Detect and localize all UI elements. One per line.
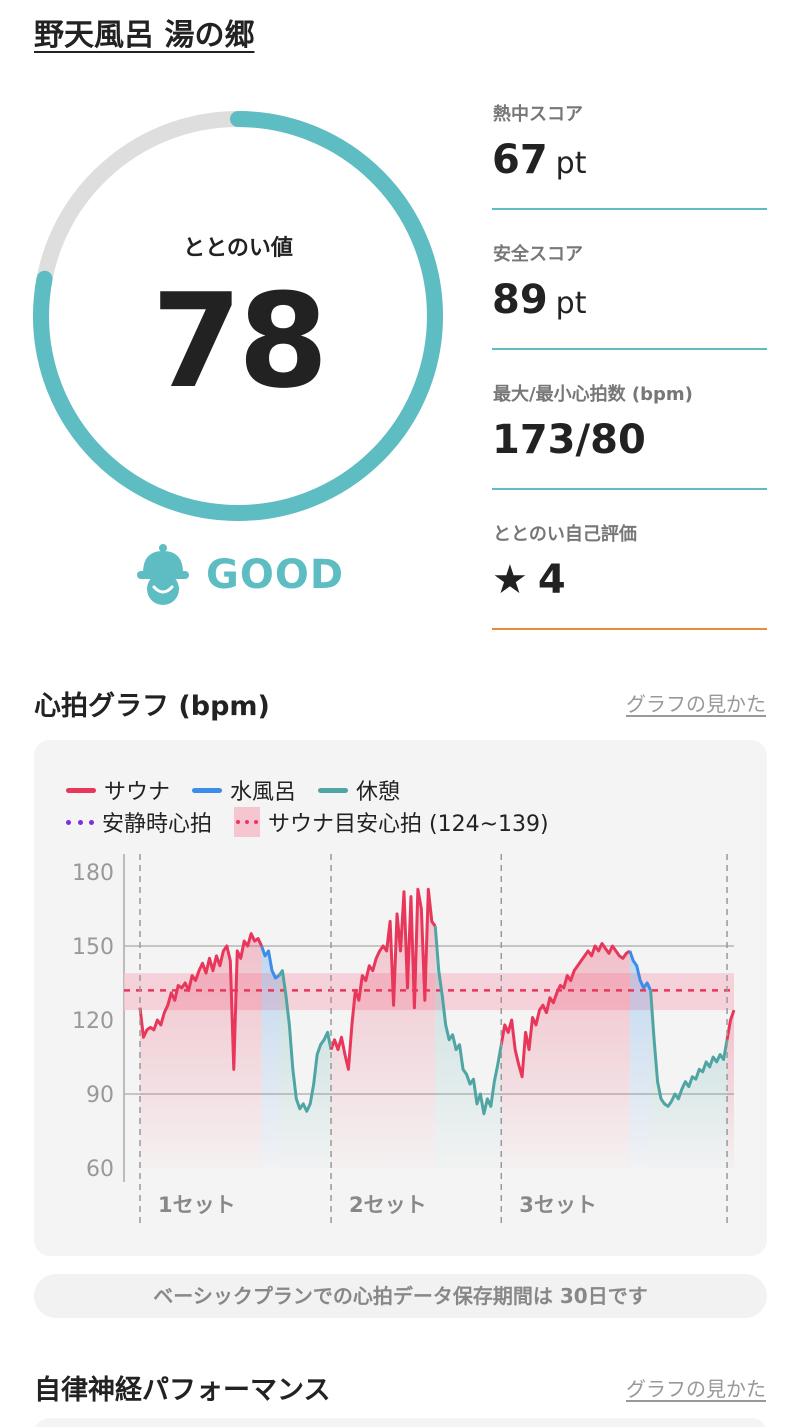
heart-rate-range: 最大/最小心拍数 (bpm) 173/80 bbox=[492, 380, 767, 490]
legend-resting-hr: 安静時心拍 bbox=[66, 806, 212, 838]
self-rating: ととのい自己評価 ★ 4 bbox=[492, 520, 767, 630]
self-rating-label: ととのい自己評価 bbox=[493, 524, 637, 545]
rating-badge: GOOD bbox=[136, 543, 344, 607]
cold-bath-swatch bbox=[192, 787, 223, 793]
heart-rate-range-label: 最大/最小心拍数 (bpm) bbox=[493, 384, 693, 405]
sauna-swatch bbox=[66, 787, 96, 793]
facility-name[interactable]: 野天風呂 湯の郷 bbox=[34, 10, 254, 54]
divider bbox=[492, 488, 767, 490]
legend-cold-bath: 水風呂 bbox=[192, 774, 296, 806]
divider bbox=[492, 628, 767, 630]
self-rating-value: ★ 4 bbox=[492, 557, 566, 603]
divider bbox=[492, 348, 767, 350]
set-label: 3セット bbox=[519, 1193, 597, 1217]
legend-sauna: サウナ bbox=[66, 774, 170, 806]
y-tick-label: 180 bbox=[72, 861, 114, 886]
safety-score-unit: pt bbox=[555, 286, 587, 321]
y-tick-label: 60 bbox=[86, 1157, 114, 1182]
heart-graph-card: 60 90 120 150 180 1セット 2セット 3セット サウナ 水風呂 休憩 安静時… bbox=[34, 740, 767, 1256]
totonoi-gauge: ととのい値 78 bbox=[30, 108, 446, 524]
sauna-target-swatch bbox=[234, 807, 261, 837]
y-tick-label: 90 bbox=[86, 1083, 114, 1108]
set-label: 1セット bbox=[158, 1193, 236, 1217]
autonomic-title: 自律神経パフォーマンス bbox=[34, 1375, 331, 1406]
legend-row-1: サウナ 水風呂 休憩 bbox=[66, 774, 422, 806]
star-icon: ★ bbox=[492, 557, 528, 603]
rating-text: GOOD bbox=[206, 552, 345, 598]
heat-score-label: 熱中スコア bbox=[493, 104, 583, 125]
safety-score: 安全スコア 89 pt bbox=[492, 240, 767, 350]
area-sauna bbox=[331, 889, 436, 1168]
y-tick-label: 150 bbox=[72, 935, 114, 960]
autonomic-help-link[interactable]: グラフの見かた bbox=[626, 1373, 766, 1402]
safety-score-value: 89 pt bbox=[492, 277, 587, 323]
safety-score-label: 安全スコア bbox=[493, 244, 583, 265]
area-rest bbox=[650, 990, 728, 1168]
heart-graph-help-link[interactable]: グラフの見かた bbox=[626, 688, 766, 717]
totonoi-score: 78 bbox=[151, 265, 329, 417]
heat-score: 熱中スコア 67 pt bbox=[492, 100, 767, 210]
divider bbox=[492, 208, 767, 210]
retention-notice: ベーシックプランでの心拍データ保存期間は 30日です bbox=[34, 1274, 767, 1318]
legend-rest: 休憩 bbox=[318, 774, 400, 806]
legend-row-2: 安静時心拍 サウナ目安心拍 (124~139) bbox=[66, 806, 571, 838]
gauge-label: ととのい値 bbox=[183, 236, 293, 261]
autonomic-card bbox=[34, 1418, 767, 1427]
legend-sauna-target: サウナ目安心拍 (124~139) bbox=[234, 806, 549, 838]
area-cold bbox=[261, 946, 279, 1168]
heart-graph-title: 心拍グラフ (bpm) bbox=[34, 691, 270, 722]
heat-score-value: 67 pt bbox=[492, 137, 587, 183]
sauna-hat-face-icon bbox=[137, 544, 189, 605]
resting-hr-swatch bbox=[66, 819, 94, 825]
rest-swatch bbox=[318, 787, 349, 793]
area-rest bbox=[435, 926, 502, 1168]
y-tick-label: 120 bbox=[72, 1009, 114, 1034]
heat-score-unit: pt bbox=[555, 146, 587, 181]
heart-rate-range-value: 173/80 bbox=[492, 417, 646, 463]
set-label: 2セット bbox=[349, 1193, 427, 1217]
